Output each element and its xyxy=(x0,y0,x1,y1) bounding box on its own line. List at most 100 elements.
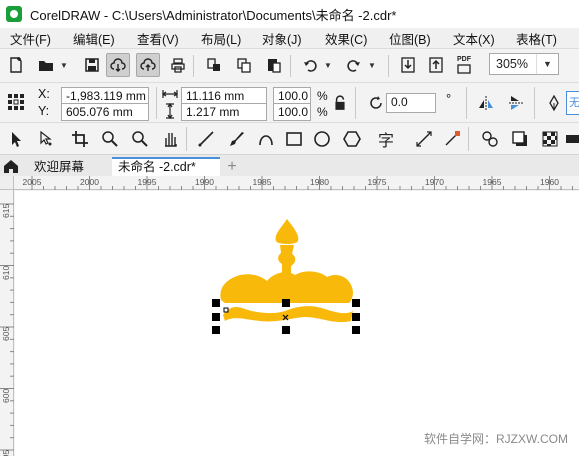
ruler-label: 2000 xyxy=(80,177,99,187)
cake-top-shape[interactable] xyxy=(220,271,353,303)
menu-view[interactable]: 查看(V) xyxy=(137,29,179,48)
menu-edit[interactable]: 编辑(E) xyxy=(73,29,115,48)
undo-icon[interactable] xyxy=(298,53,322,77)
freehand-tool-icon[interactable] xyxy=(194,127,218,151)
pen-nib-icon[interactable] xyxy=(542,91,566,115)
outline-width-field[interactable]: 无 xyxy=(566,91,579,115)
menu-bitmaps[interactable]: 位图(B) xyxy=(389,29,431,48)
ruler-label: 615 xyxy=(1,203,11,218)
toolbox: 字 xyxy=(0,122,579,154)
zoom-out-tool-icon[interactable] xyxy=(128,127,152,151)
toolbar-separator xyxy=(355,87,356,119)
pan-tool-icon[interactable] xyxy=(158,127,182,151)
mirror-horizontal-icon[interactable] xyxy=(474,91,498,115)
artistic-media-tool-icon[interactable] xyxy=(224,127,248,151)
vertical-ruler[interactable]: 615 610 605 600 595 xyxy=(0,190,14,456)
ruler-label: 1990 xyxy=(195,177,214,187)
handle-top-middle[interactable] xyxy=(282,299,290,307)
tab-document[interactable]: 未命名 -2.cdr* xyxy=(112,157,220,177)
text-tool-icon[interactable]: 字 xyxy=(374,127,398,151)
connector-tool-icon[interactable] xyxy=(440,127,464,151)
drawing-canvas[interactable] xyxy=(15,191,579,456)
lock-ratio-icon[interactable] xyxy=(332,95,348,111)
ruler-label: 1980 xyxy=(310,177,329,187)
menu-effects[interactable]: 效果(C) xyxy=(325,29,367,48)
zoom-tool-icon[interactable] xyxy=(98,127,122,151)
polygon-tool-icon[interactable] xyxy=(340,127,364,151)
new-document-icon[interactable] xyxy=(4,53,28,77)
zoom-dropdown-icon[interactable]: ▼ xyxy=(536,54,558,74)
publish-pdf-icon[interactable]: PDF xyxy=(452,53,476,77)
cloud-download-icon[interactable] xyxy=(106,53,130,77)
toolbar-separator xyxy=(193,55,194,77)
handle-middle-right[interactable] xyxy=(352,313,360,321)
rotation-field[interactable]: 0.0 xyxy=(386,93,436,113)
import-icon[interactable] xyxy=(396,53,420,77)
redo-icon[interactable] xyxy=(342,53,366,77)
open-dropdown-icon[interactable]: ▼ xyxy=(60,61,68,70)
drop-shadow-tool-icon[interactable] xyxy=(508,127,532,151)
handle-bottom-right[interactable] xyxy=(352,326,360,334)
width-icon xyxy=(160,85,180,103)
crop-tool-icon[interactable] xyxy=(68,127,92,151)
home-icon[interactable] xyxy=(2,157,20,175)
tab-welcome-screen[interactable]: 欢迎屏幕 xyxy=(28,157,112,177)
menu-file[interactable]: 文件(F) xyxy=(10,29,51,48)
add-tab-button[interactable]: + xyxy=(223,158,241,176)
open-folder-icon[interactable] xyxy=(34,53,58,77)
menu-table[interactable]: 表格(T) xyxy=(516,29,557,48)
handle-top-right[interactable] xyxy=(352,299,360,307)
candle-body-shape[interactable] xyxy=(278,245,296,275)
height-field[interactable]: 1.217 mm xyxy=(181,103,267,121)
undo-dropdown-icon[interactable]: ▼ xyxy=(324,61,332,70)
mirror-vertical-icon[interactable] xyxy=(504,91,528,115)
export-icon[interactable] xyxy=(424,53,448,77)
toolbar-separator xyxy=(466,87,467,119)
pick-tool-icon[interactable] xyxy=(4,127,28,151)
blend-tool-icon[interactable] xyxy=(478,127,502,151)
handle-bottom-middle[interactable] xyxy=(282,326,290,334)
height-icon xyxy=(160,102,180,120)
rectangle-tool-icon[interactable] xyxy=(282,127,306,151)
bezier-tool-icon[interactable] xyxy=(254,127,278,151)
horizontal-ruler[interactable]: 2005 2000 1995 1990 1985 1980 1975 1970 1965 1960 xyxy=(14,176,579,190)
ruler-label: 600 xyxy=(1,388,11,403)
menu-bar: 文件(F) 编辑(E) 查看(V) 布局(L) 对象(J) 效果(C) 位图(B… xyxy=(0,28,579,48)
handle-top-left[interactable] xyxy=(212,299,220,307)
ruler-origin[interactable] xyxy=(0,176,14,190)
menu-object[interactable]: 对象(J) xyxy=(262,29,302,48)
property-bar: X: Y: -1,983.119 mm 605.076 mm 11.116 mm… xyxy=(0,82,579,122)
save-icon[interactable] xyxy=(80,53,104,77)
ruler-label: 1995 xyxy=(137,177,157,187)
watermark: 软件自学网：RJZXW.COM xyxy=(424,432,568,446)
node-marker[interactable] xyxy=(223,307,229,313)
coreldraw-logo-icon xyxy=(6,6,22,22)
menu-text[interactable]: 文本(X) xyxy=(453,29,495,48)
drawing-svg xyxy=(212,219,360,334)
redo-dropdown-icon[interactable]: ▼ xyxy=(368,61,376,70)
scale-y-field[interactable]: 100.0 xyxy=(273,103,311,121)
color-eyedropper-icon[interactable] xyxy=(566,135,579,143)
reference-point-icon[interactable] xyxy=(4,90,28,114)
degree-symbol: ° xyxy=(446,91,452,106)
handle-bottom-left[interactable] xyxy=(212,326,220,334)
candle-flame-shape[interactable] xyxy=(275,219,299,244)
ruler-label: 1970 xyxy=(425,177,444,187)
ellipse-tool-icon[interactable] xyxy=(310,127,334,151)
transparency-tool-icon[interactable] xyxy=(538,127,562,151)
cut-icon[interactable] xyxy=(202,53,226,77)
cloud-upload-icon[interactable] xyxy=(136,53,160,77)
parallel-dimension-tool-icon[interactable] xyxy=(412,127,436,151)
copy-icon[interactable] xyxy=(232,53,256,77)
y-label: Y: xyxy=(38,104,50,118)
paste-icon[interactable] xyxy=(262,53,286,77)
handle-middle-left[interactable] xyxy=(212,313,220,321)
window-title: CorelDRAW - C:\Users\Administrator\Docum… xyxy=(30,7,397,23)
y-position-field[interactable]: 605.076 mm xyxy=(61,103,149,121)
scale-y-percent: % xyxy=(317,105,328,119)
ruler-label: 2005 xyxy=(22,177,42,187)
menu-layout[interactable]: 布局(L) xyxy=(201,29,241,48)
print-icon[interactable] xyxy=(166,53,190,77)
ruler-label: 1965 xyxy=(482,177,502,187)
shape-tool-icon[interactable] xyxy=(34,127,58,151)
